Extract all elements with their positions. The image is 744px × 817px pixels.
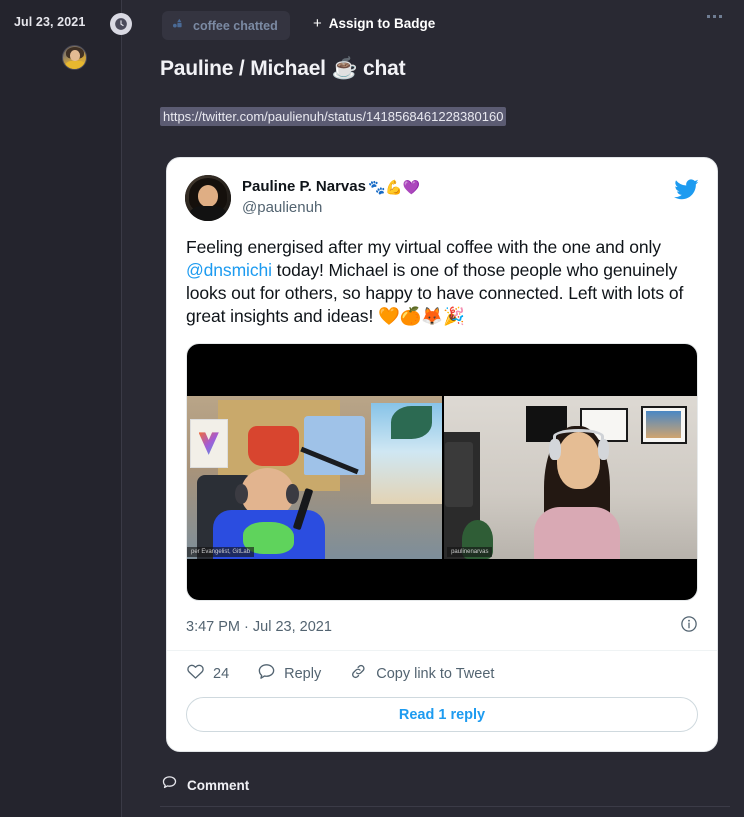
twitter-bird-icon[interactable] bbox=[674, 175, 699, 207]
badge-shapes-icon bbox=[172, 17, 185, 35]
copy-link-action[interactable]: Copy link to Tweet bbox=[349, 662, 494, 685]
headphone-ear bbox=[549, 438, 561, 460]
assign-to-badge-label: Assign to Badge bbox=[328, 16, 436, 31]
tweet-url-text[interactable]: https://twitter.com/paulienuh/status/141… bbox=[160, 107, 507, 126]
reply-bubble-icon bbox=[257, 662, 276, 685]
avatar-body bbox=[65, 61, 86, 69]
like-action[interactable]: 24 bbox=[186, 662, 229, 685]
badge-chip-label: coffee chatted bbox=[193, 18, 278, 33]
video-call-strip: per Evangelist, GitLab paulinenarvas bbox=[187, 396, 697, 560]
video-participant-right: paulinenarvas bbox=[442, 396, 697, 560]
tweet-actions: 24 Reply Copy link to Tweet bbox=[167, 651, 717, 685]
badge-chip-coffee-chatted[interactable]: coffee chatted bbox=[162, 11, 290, 40]
tweet-timestamp[interactable]: 3:47 PM · Jul 23, 2021 bbox=[186, 619, 332, 635]
timeline-rail bbox=[0, 0, 121, 817]
dot bbox=[713, 15, 716, 18]
ellipsis-icon[interactable] bbox=[703, 11, 726, 22]
tweet-media-video-screenshot[interactable]: per Evangelist, GitLab paulinenarvas bbox=[186, 343, 698, 602]
rail-divider bbox=[121, 0, 122, 817]
tweet-embed-card: Pauline P. Narvas 🐾💪💜 @paulienuh Feeling… bbox=[166, 157, 718, 752]
speech-bubble-icon bbox=[161, 774, 178, 796]
palm-leaf bbox=[391, 406, 432, 439]
headphone-ear bbox=[597, 438, 610, 460]
wall-art bbox=[189, 419, 228, 469]
reply-label: Reply bbox=[284, 665, 322, 682]
entry-date: Jul 23, 2021 bbox=[14, 15, 86, 29]
comment-label: Comment bbox=[187, 777, 250, 793]
tweet-author-name-row[interactable]: Pauline P. Narvas 🐾💪💜 bbox=[242, 177, 420, 197]
video-participant-left: per Evangelist, GitLab bbox=[187, 396, 442, 560]
clock-icon bbox=[110, 13, 132, 35]
avatar[interactable] bbox=[62, 45, 87, 70]
headphone-ear bbox=[286, 484, 300, 504]
tweet-text-part1: Feeling energised after my virtual coffe… bbox=[186, 237, 661, 257]
avatar-shoulders bbox=[187, 206, 229, 221]
avatar-face bbox=[70, 50, 80, 61]
bottom-divider bbox=[160, 806, 730, 807]
dot bbox=[719, 15, 722, 18]
tweet-text: Feeling energised after my virtual coffe… bbox=[167, 221, 717, 328]
plus-icon: + bbox=[313, 15, 322, 32]
tweet-mention-link[interactable]: @dnsmichi bbox=[186, 260, 272, 280]
video-split-divider bbox=[442, 396, 444, 560]
hanging-shirt bbox=[304, 415, 366, 475]
tweet-author-names: Pauline P. Narvas 🐾💪💜 @paulienuh bbox=[242, 175, 420, 218]
tweet-author-emojis: 🐾💪💜 bbox=[367, 178, 421, 195]
tweet-author-handle[interactable]: @paulienuh bbox=[242, 198, 420, 218]
tweet-timestamp-row: 3:47 PM · Jul 23, 2021 bbox=[167, 601, 717, 652]
video-left-name-label: per Evangelist, GitLab bbox=[187, 547, 255, 558]
reply-action[interactable]: Reply bbox=[257, 662, 321, 685]
wall-frame bbox=[640, 406, 687, 444]
comment-button[interactable]: Comment bbox=[161, 774, 249, 796]
tweet-header: Pauline P. Narvas 🐾💪💜 @paulienuh bbox=[167, 158, 717, 221]
video-right-name-label: paulinenarvas bbox=[447, 547, 493, 558]
app-root: Jul 23, 2021 coffee chatted + Assign to … bbox=[0, 0, 744, 817]
info-circle-icon[interactable] bbox=[680, 615, 698, 638]
dot bbox=[707, 15, 710, 18]
like-count: 24 bbox=[213, 665, 230, 682]
assign-to-badge-button[interactable]: + Assign to Badge bbox=[313, 16, 435, 31]
headphone-band bbox=[552, 428, 604, 444]
tweet-author-name: Pauline P. Narvas bbox=[242, 178, 366, 195]
participant-torso bbox=[533, 507, 621, 560]
tweet-author-avatar[interactable] bbox=[185, 175, 231, 221]
copy-link-label: Copy link to Tweet bbox=[376, 665, 495, 682]
page-title[interactable]: Pauline / Michael ☕ chat bbox=[160, 57, 406, 81]
read-replies-button[interactable]: Read 1 reply bbox=[186, 697, 698, 733]
link-chain-icon bbox=[349, 662, 368, 685]
avatar-face bbox=[198, 185, 218, 207]
heart-icon bbox=[186, 662, 205, 685]
shelf-box bbox=[444, 442, 473, 508]
red-bag bbox=[248, 425, 300, 467]
